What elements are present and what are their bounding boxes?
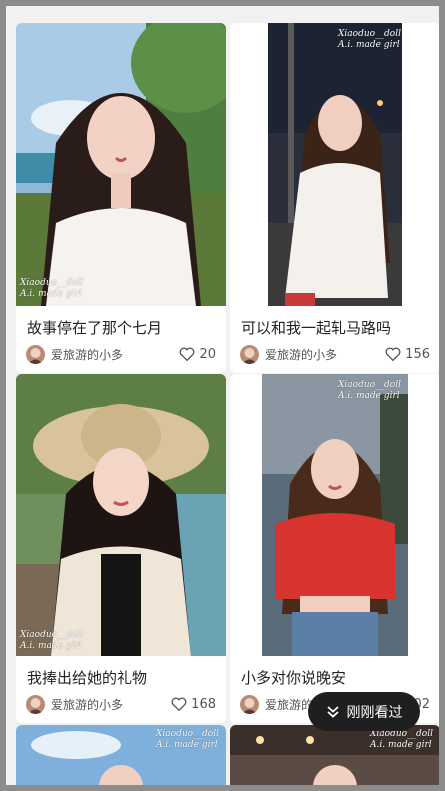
like-count[interactable]: 156 — [385, 347, 430, 362]
heart-icon[interactable] — [179, 347, 195, 361]
feed-card[interactable]: Xiaoduo__doll A.i. made girl 小多对你说晚安 爱旅游… — [230, 374, 439, 723]
like-count-value: 168 — [191, 696, 216, 712]
watermark: Xiaoduo__doll A.i. made girl — [20, 630, 83, 651]
heart-icon[interactable] — [385, 347, 401, 361]
feed-screen: Xiaoduo__doll A.i. made girl 故事停在了那个七月 爱… — [6, 6, 439, 785]
like-count[interactable]: 20 — [179, 347, 216, 362]
watermark: Xiaoduo__doll A.i. made girl — [338, 380, 401, 401]
feed-card[interactable]: Xiaoduo__doll A.i. made girl — [230, 725, 439, 785]
card-photo[interactable] — [230, 374, 439, 656]
author-name[interactable]: 爱旅游的小多 — [265, 346, 337, 363]
card-meta: 爱旅游的小多 168 — [26, 694, 216, 714]
author-avatar[interactable] — [26, 694, 45, 714]
author-avatar[interactable] — [26, 344, 45, 364]
card-title[interactable]: 可以和我一起轧马路吗 — [241, 317, 391, 338]
like-count-value: 156 — [405, 346, 430, 362]
like-count[interactable]: 168 — [171, 697, 216, 712]
card-meta: 爱旅游的小多 20 — [26, 344, 216, 364]
watermark: Xiaoduo__doll A.i. made girl — [156, 729, 219, 750]
author-name[interactable]: 爱旅游的小多 — [51, 696, 123, 713]
heart-icon[interactable] — [171, 697, 187, 711]
card-title[interactable]: 小多对你说晚安 — [241, 667, 346, 688]
card-title[interactable]: 我捧出给她的礼物 — [27, 667, 147, 688]
recently-viewed-label: 刚刚看过 — [346, 704, 403, 721]
watermark: Xiaoduo__doll A.i. made girl — [370, 729, 433, 750]
recently-viewed-button[interactable]: 刚刚看过 — [308, 692, 420, 731]
author-avatar[interactable] — [240, 344, 259, 364]
watermark: Xiaoduo__doll A.i. made girl — [20, 278, 83, 299]
like-count-value: 20 — [199, 346, 216, 362]
double-chevron-down-icon — [326, 705, 339, 718]
card-photo[interactable] — [230, 23, 439, 306]
feed-card[interactable]: Xiaoduo__doll A.i. made girl — [16, 725, 226, 785]
card-meta: 爱旅游的小多 156 — [240, 344, 430, 364]
author-name[interactable]: 爱旅游的小多 — [51, 346, 123, 363]
author-avatar[interactable] — [240, 694, 259, 714]
card-photo[interactable] — [16, 374, 226, 656]
card-photo[interactable] — [16, 23, 226, 306]
watermark: Xiaoduo__doll A.i. made girl — [338, 29, 401, 50]
card-title[interactable]: 故事停在了那个七月 — [27, 317, 162, 338]
feed-card[interactable]: Xiaoduo__doll A.i. made girl 可以和我一起轧马路吗 … — [230, 23, 439, 373]
feed-card[interactable]: Xiaoduo__doll A.i. made girl 我捧出给她的礼物 爱旅… — [16, 374, 226, 723]
feed-card[interactable]: Xiaoduo__doll A.i. made girl 故事停在了那个七月 爱… — [16, 23, 226, 373]
